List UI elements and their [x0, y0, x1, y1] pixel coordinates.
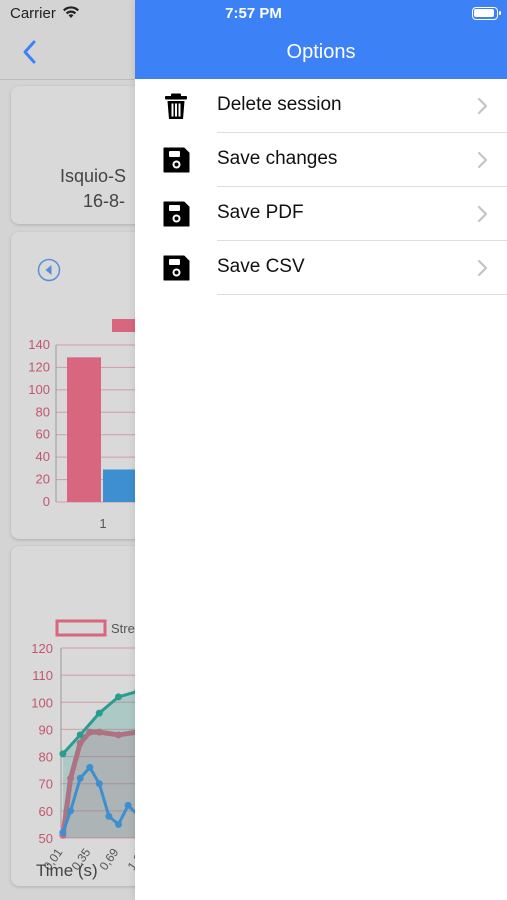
- data-point: [59, 750, 67, 758]
- data-point: [76, 731, 84, 739]
- data-point: [86, 763, 94, 771]
- y-tick-label: 40: [36, 449, 50, 464]
- menu-item-label: Delete session: [217, 94, 342, 115]
- y-tick-label: 80: [39, 750, 53, 765]
- chevron-right-icon: [477, 259, 488, 277]
- data-point: [115, 693, 122, 701]
- session-date: 16-8-: [83, 191, 126, 211]
- status-time: 7:57 PM: [225, 5, 282, 22]
- data-point: [95, 709, 103, 717]
- floppy-disk-icon: [163, 201, 190, 227]
- data-point: [105, 812, 113, 820]
- legend-swatch: [55, 619, 107, 637]
- x-tick-label: 1: [99, 516, 106, 531]
- menu-item-label: Save changes: [217, 148, 338, 169]
- bar: [67, 357, 101, 502]
- session-title: Isquio-S: [60, 166, 127, 186]
- chevron-right-icon: [477, 205, 488, 223]
- legend-label: Stre: [111, 621, 135, 636]
- options-header: 7:57 PM Options: [135, 0, 507, 79]
- carrier-label: Carrier: [10, 5, 56, 22]
- y-tick-label: 60: [36, 427, 50, 442]
- y-tick-label: 70: [39, 777, 53, 792]
- data-point: [124, 801, 132, 809]
- y-tick-label: 110: [32, 668, 53, 683]
- chevron-right-icon: [477, 151, 488, 169]
- y-tick-label: 60: [39, 804, 53, 819]
- y-tick-label: 140: [28, 337, 50, 352]
- x-axis-title: Time (s): [36, 861, 98, 880]
- delete-session-item[interactable]: Delete session: [135, 79, 507, 133]
- chevron-right-icon: [477, 97, 488, 115]
- trash-icon: [165, 93, 187, 119]
- save-csv-item[interactable]: Save CSV: [135, 241, 507, 295]
- options-panel: 7:57 PM Options Delete session Save chan…: [135, 0, 507, 900]
- save-changes-item[interactable]: Save changes: [135, 133, 507, 187]
- data-point: [95, 780, 103, 788]
- back-chevron-icon[interactable]: [18, 38, 42, 66]
- menu-item-label: Save PDF: [217, 202, 304, 223]
- data-point: [115, 820, 122, 828]
- data-point: [67, 807, 75, 815]
- battery-icon: [472, 7, 501, 20]
- y-tick-label: 120: [28, 359, 50, 374]
- y-tick-label: 100: [31, 695, 53, 710]
- options-title: Options: [286, 41, 356, 63]
- floppy-disk-icon: [163, 147, 190, 173]
- save-pdf-item[interactable]: Save PDF: [135, 187, 507, 241]
- y-tick-label: 50: [39, 831, 53, 846]
- data-point: [59, 829, 67, 837]
- floppy-disk-icon: [163, 255, 190, 281]
- menu-item-label: Save CSV: [217, 256, 305, 277]
- y-tick-label: 20: [36, 472, 50, 487]
- y-tick-label: 100: [28, 382, 50, 397]
- y-tick-label: 90: [39, 722, 53, 737]
- data-point: [76, 774, 84, 782]
- y-tick-label: 80: [36, 404, 50, 419]
- y-tick-label: 120: [31, 641, 53, 656]
- menu-separator: [217, 294, 507, 295]
- x-tick-label: 0,69: [97, 845, 122, 872]
- y-tick-label: 0: [43, 494, 50, 509]
- wifi-icon: [63, 6, 79, 18]
- bar: [103, 469, 137, 502]
